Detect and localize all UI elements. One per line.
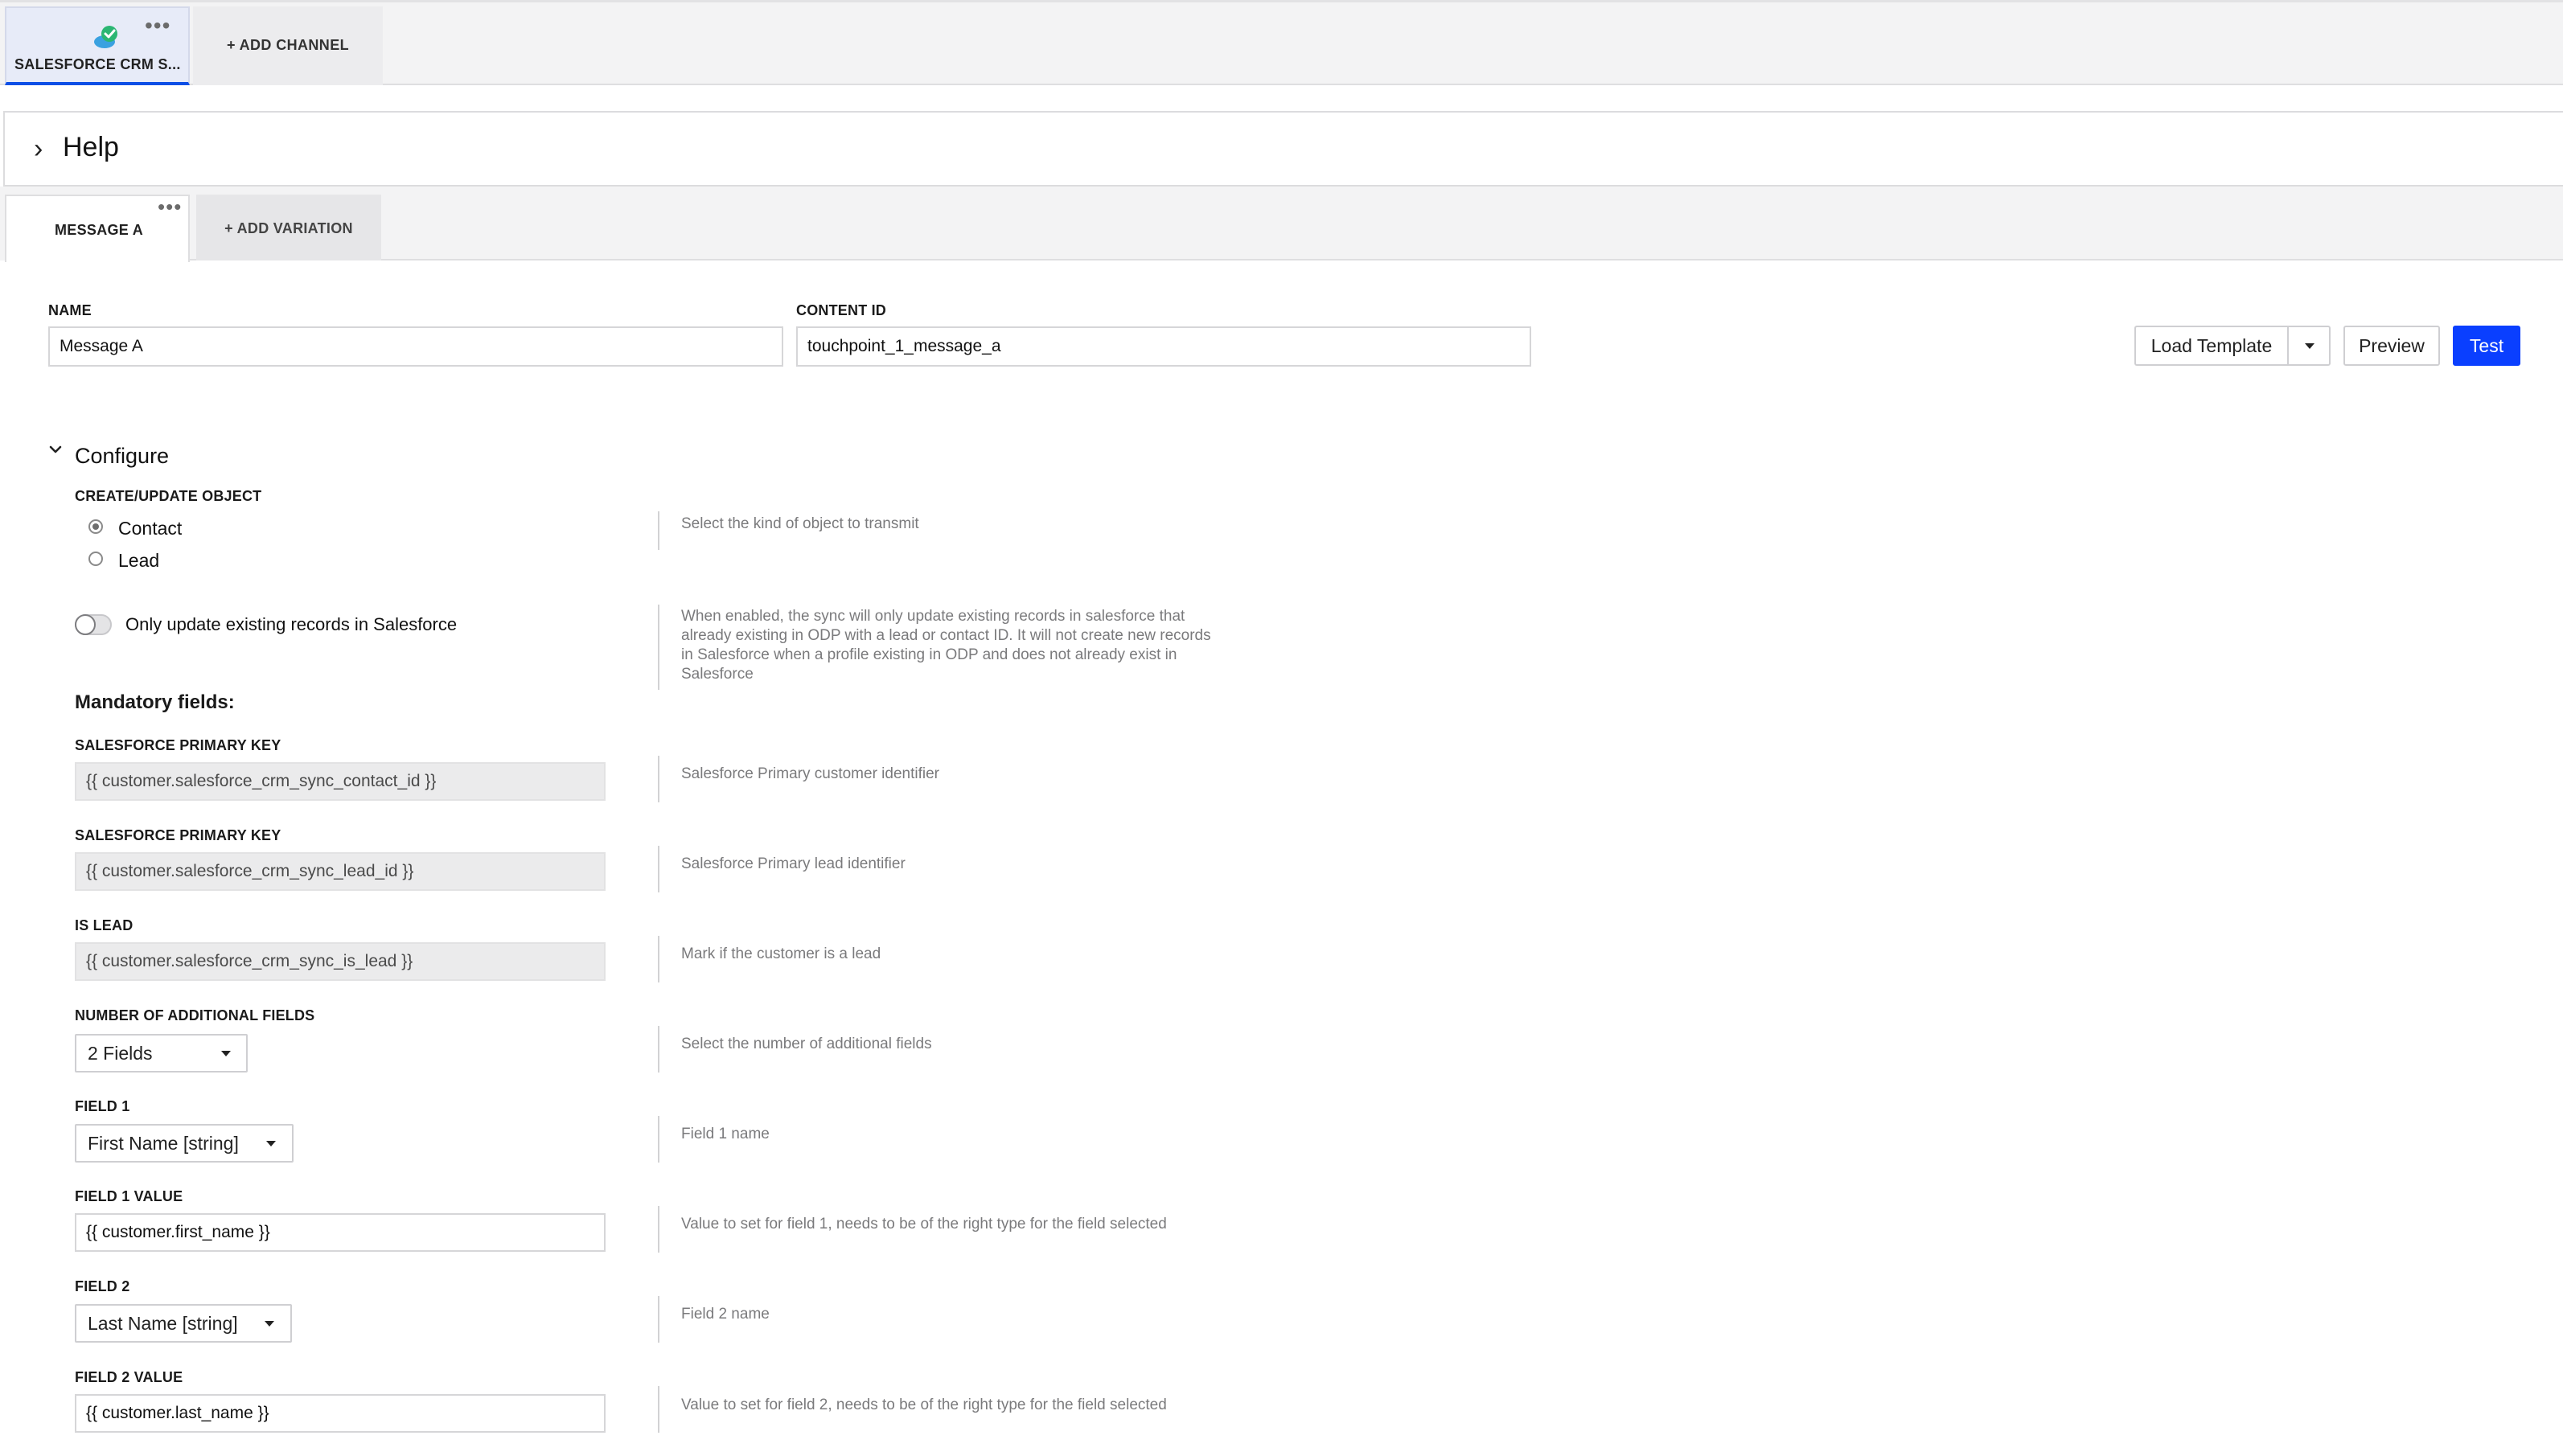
caret-down-icon bbox=[265, 1321, 274, 1327]
field-value: {{ customer.salesforce_crm_sync_is_lead … bbox=[86, 952, 413, 970]
only-update-toggle[interactable] bbox=[75, 614, 112, 635]
field-label: FIELD 2 VALUE bbox=[75, 1369, 183, 1385]
hint-divider bbox=[658, 1386, 659, 1433]
field-hint: Field 1 name bbox=[681, 1126, 770, 1142]
more-dots-icon[interactable]: ••• bbox=[145, 13, 170, 39]
hint-divider bbox=[658, 1296, 659, 1343]
field-value: {{ customer.salesforce_crm_sync_contact_… bbox=[86, 772, 437, 790]
field-hint: Value to set for field 2, needs to be of… bbox=[681, 1397, 1167, 1413]
mandatory-fields-title: Mandatory fields: bbox=[75, 691, 235, 713]
contact-radio[interactable] bbox=[88, 519, 103, 534]
hint-divider bbox=[658, 1206, 659, 1253]
test-label: Test bbox=[2469, 334, 2504, 356]
field-hint: Select the number of additional fields bbox=[681, 1036, 932, 1052]
channel-tab-salesforce[interactable]: ••• SALESFORCE CRM S... bbox=[5, 6, 190, 85]
field-1-value-input[interactable]: {{ customer.first_name }} bbox=[75, 1213, 606, 1252]
field-label: IS LEAD bbox=[75, 917, 133, 933]
hint-line: in Salesforce when a profile existing in… bbox=[681, 646, 1177, 663]
field-label: FIELD 2 bbox=[75, 1278, 130, 1294]
salesforce-contact-key-input: {{ customer.salesforce_crm_sync_contact_… bbox=[75, 762, 606, 801]
load-template-label: Load Template bbox=[2150, 334, 2273, 356]
hint-divider bbox=[658, 936, 659, 982]
name-label: NAME bbox=[48, 302, 92, 318]
field-1-select[interactable]: First Name [string] bbox=[75, 1124, 294, 1163]
field-hint: Value to set for field 1, needs to be of… bbox=[681, 1216, 1167, 1232]
load-template-button[interactable]: Load Template bbox=[2134, 326, 2287, 366]
channel-tab-label: SALESFORCE CRM S... bbox=[14, 56, 181, 72]
caret-down-icon bbox=[266, 1141, 276, 1146]
select-value: 2 Fields bbox=[88, 1042, 153, 1064]
create-update-object-label: CREATE/UPDATE OBJECT bbox=[75, 488, 262, 504]
channel-tab-bar bbox=[0, 0, 2563, 85]
is-lead-input: {{ customer.salesforce_crm_sync_is_lead … bbox=[75, 942, 606, 981]
preview-label: Preview bbox=[2359, 334, 2425, 356]
toggle-knob bbox=[75, 614, 96, 635]
additional-fields-select[interactable]: 2 Fields bbox=[75, 1034, 248, 1073]
field-hint: Mark if the customer is a lead bbox=[681, 945, 881, 962]
field-label: SALESFORCE PRIMARY KEY bbox=[75, 827, 281, 843]
hint-divider bbox=[658, 605, 659, 690]
lead-radio[interactable] bbox=[88, 552, 103, 566]
hint-line: When enabled, the sync will only update … bbox=[681, 608, 1185, 625]
only-update-hint: When enabled, the sync will only update … bbox=[681, 607, 1292, 684]
object-hint: Select the kind of object to transmit bbox=[681, 515, 919, 532]
field-value: {{ customer.salesforce_crm_sync_lead_id … bbox=[86, 862, 414, 880]
select-value: First Name [string] bbox=[88, 1132, 239, 1154]
load-template-dropdown[interactable] bbox=[2287, 326, 2331, 366]
chevron-right-icon: › bbox=[34, 133, 43, 164]
hint-divider bbox=[658, 846, 659, 892]
caret-down-icon bbox=[2305, 343, 2315, 349]
caret-down-icon bbox=[221, 1051, 231, 1056]
hint-divider bbox=[658, 1026, 659, 1073]
divider bbox=[190, 259, 2563, 260]
name-input[interactable]: Message A bbox=[48, 326, 783, 367]
hint-divider bbox=[658, 756, 659, 802]
content-id-input[interactable]: touchpoint_1_message_a bbox=[796, 326, 1531, 367]
lead-radio-label[interactable]: Lead bbox=[118, 550, 159, 572]
salesforce-cloud-check-icon bbox=[94, 26, 117, 48]
field-label: SALESFORCE PRIMARY KEY bbox=[75, 737, 281, 753]
more-dots-icon[interactable]: ••• bbox=[158, 195, 182, 219]
field-2-select[interactable]: Last Name [string] bbox=[75, 1304, 292, 1343]
field-hint: Salesforce Primary lead identifier bbox=[681, 855, 906, 872]
contact-radio-label[interactable]: Contact bbox=[118, 518, 182, 539]
content-id-label: CONTENT ID bbox=[796, 302, 886, 318]
hint-divider bbox=[658, 511, 659, 550]
field-hint: Field 2 name bbox=[681, 1306, 770, 1323]
field-2-value-input[interactable]: {{ customer.last_name }} bbox=[75, 1394, 606, 1433]
field-value: {{ customer.first_name }} bbox=[86, 1223, 270, 1241]
configure-title: Configure bbox=[75, 444, 170, 468]
hint-line: Salesforce bbox=[681, 666, 754, 683]
test-button[interactable]: Test bbox=[2453, 326, 2520, 366]
help-panel[interactable]: › Help bbox=[3, 111, 2563, 187]
add-variation-label: + ADD VARIATION bbox=[224, 220, 353, 236]
field-label: NUMBER OF ADDITIONAL FIELDS bbox=[75, 1007, 315, 1023]
message-tab-label: MESSAGE A bbox=[55, 222, 144, 238]
content-id-value: touchpoint_1_message_a bbox=[807, 337, 1001, 355]
preview-button[interactable]: Preview bbox=[2343, 326, 2440, 366]
name-value: Message A bbox=[60, 337, 143, 355]
field-label: FIELD 1 bbox=[75, 1098, 130, 1114]
field-value: {{ customer.last_name }} bbox=[86, 1404, 269, 1422]
message-tab-a[interactable]: ••• MESSAGE A bbox=[5, 195, 190, 262]
help-title: Help bbox=[63, 132, 119, 162]
add-channel-label: + ADD CHANNEL bbox=[226, 37, 350, 53]
add-variation-button[interactable]: + ADD VARIATION bbox=[196, 195, 381, 260]
chevron-down-icon[interactable] bbox=[47, 441, 64, 458]
field-label: FIELD 1 VALUE bbox=[75, 1188, 183, 1204]
hint-line: already existing in ODP with a lead or c… bbox=[681, 627, 1211, 644]
field-hint: Salesforce Primary customer identifier bbox=[681, 765, 939, 782]
select-value: Last Name [string] bbox=[88, 1312, 238, 1334]
hint-divider bbox=[658, 1116, 659, 1163]
salesforce-lead-key-input: {{ customer.salesforce_crm_sync_lead_id … bbox=[75, 852, 606, 891]
message-tab-bar bbox=[0, 187, 2563, 260]
add-channel-button[interactable]: + ADD CHANNEL bbox=[193, 6, 383, 85]
only-update-label: Only update existing records in Salesfor… bbox=[125, 614, 458, 634]
